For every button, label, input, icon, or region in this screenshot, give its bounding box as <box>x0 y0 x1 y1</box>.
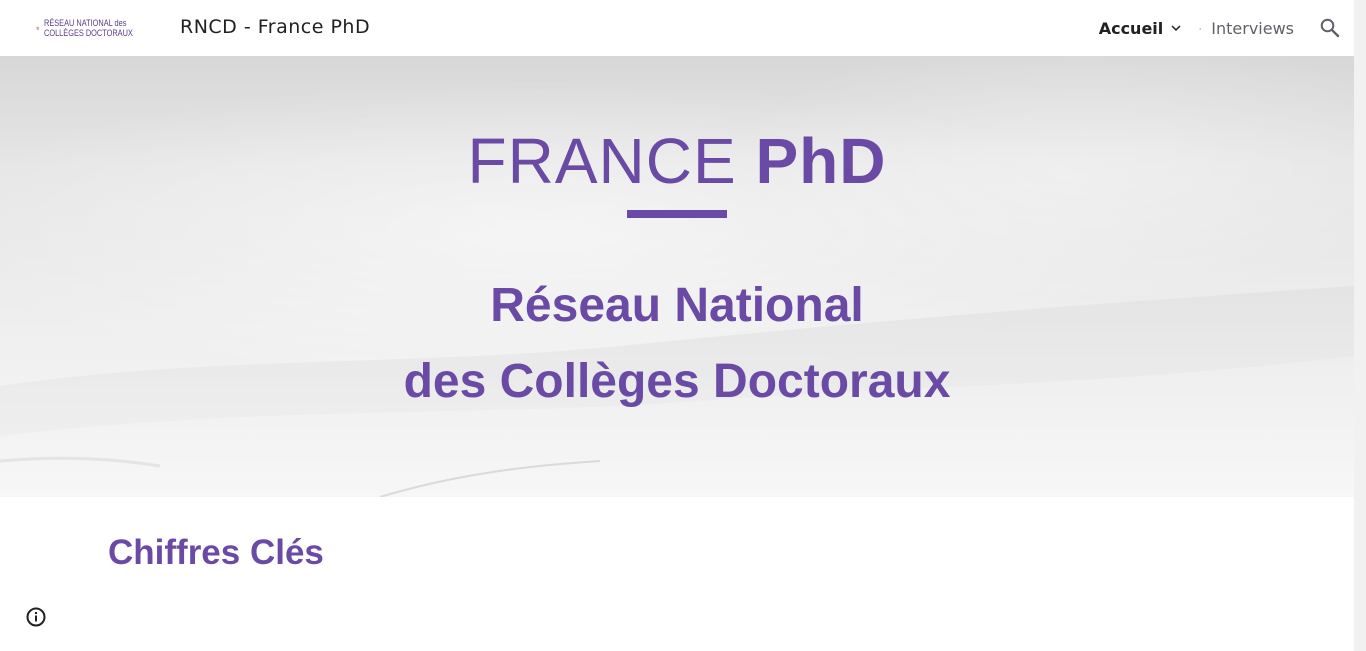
search-icon[interactable] <box>1318 16 1342 40</box>
logo-line1: RÉSEAU NATIONAL des <box>43 18 127 28</box>
nav-item-interviews[interactable]: Interviews <box>1211 19 1294 38</box>
snow-landscape-background <box>0 286 1354 497</box>
hero-divider <box>627 210 727 218</box>
chevron-down-icon[interactable] <box>1167 19 1185 37</box>
logo-text: RÉSEAU NATIONAL des COLLÈGES DOCTORAUX <box>44 18 133 38</box>
hero-title-phd: PhD <box>755 125 887 197</box>
site-title[interactable]: RNCD - France PhD <box>180 16 370 38</box>
hero-title-france: FRANCE <box>467 125 737 197</box>
site-logo[interactable]: RÉSEAU NATIONAL des COLLÈGES DOCTORAUX <box>36 13 152 43</box>
logo-line2: COLLÈGES DOCTORAUX <box>43 28 133 38</box>
info-icon[interactable] <box>24 605 48 629</box>
hero-subtitle-line2: des Collèges Doctoraux <box>403 355 951 408</box>
logo-hands-icon <box>36 26 40 30</box>
nav-separator: · <box>1198 21 1203 35</box>
main-nav: Accueil · Interviews <box>1099 0 1294 56</box>
site-header: RÉSEAU NATIONAL des COLLÈGES DOCTORAUX R… <box>0 0 1354 56</box>
hero-subtitle-line1: Réseau National <box>490 279 864 332</box>
nav-item-accueil[interactable]: Accueil <box>1099 19 1186 38</box>
hero-banner: FRANCE PhD Réseau National des Collèges … <box>0 56 1354 497</box>
page: RÉSEAU NATIONAL des COLLÈGES DOCTORAUX R… <box>0 0 1366 651</box>
nav-item-accueil-label: Accueil <box>1098 18 1164 38</box>
hero-title: FRANCE PhD <box>0 124 1354 198</box>
section-heading-chiffres-cles: Chiffres Clés <box>108 533 324 572</box>
scrollbar[interactable] <box>1354 0 1366 651</box>
